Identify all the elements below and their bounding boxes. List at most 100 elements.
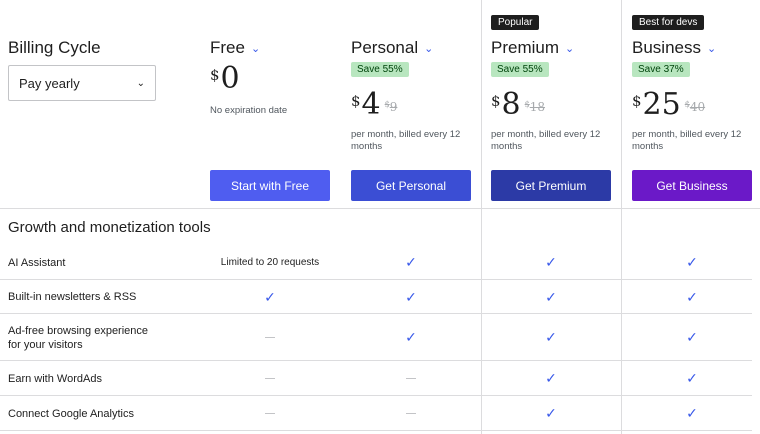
cta-button-business[interactable]: Get Business <box>632 170 752 201</box>
feature-cell: ✓ <box>632 280 752 314</box>
plan-name-personal[interactable]: Personal ⌄ <box>351 38 433 58</box>
original-amount: 40 <box>689 100 706 114</box>
currency-symbol: $ <box>632 92 642 110</box>
check-icon: ✓ <box>686 405 698 421</box>
check-icon: ✓ <box>405 329 417 345</box>
feature-cell: ✓ <box>491 361 611 396</box>
feature-row: Earn with WordAds ✓ ✓ <box>0 361 752 396</box>
plan-column-business: Best for devs Business ⌄ Save 37% $ 25 $… <box>632 0 754 210</box>
plan-name-free[interactable]: Free ⌄ <box>210 38 260 58</box>
dash-icon <box>406 413 416 414</box>
cta-button-personal[interactable]: Get Personal <box>351 170 471 201</box>
feature-cell: ✓ <box>491 314 611 361</box>
check-icon: ✓ <box>405 254 417 270</box>
feature-cell: ✓ <box>632 396 752 431</box>
dash-icon <box>265 378 275 379</box>
plan-column-premium: Popular Premium ⌄ Save 55% $ 8 $ 18 per … <box>491 0 613 210</box>
feature-row: Built-in newsletters & RSS ✓ ✓ ✓ ✓ <box>0 280 752 314</box>
check-icon: ✓ <box>264 288 276 305</box>
currency-symbol: $ <box>210 66 220 84</box>
dash-icon <box>265 337 275 338</box>
row-divider <box>0 430 752 431</box>
feature-cell <box>210 361 330 396</box>
feature-cell: ✓ <box>351 280 471 314</box>
save-badge-personal: Save 55% <box>351 62 409 77</box>
cta-button-free[interactable]: Start with Free <box>210 170 330 201</box>
plan-name-label: Free <box>210 38 245 57</box>
billing-cycle-value: Pay yearly <box>19 75 80 91</box>
feature-label: AI Assistant <box>8 256 66 269</box>
price-premium: $ 8 $ 18 <box>491 90 545 120</box>
feature-cell: ✓ <box>632 361 752 396</box>
check-icon: ✓ <box>686 254 698 270</box>
plan-badge-business: Best for devs <box>632 15 705 30</box>
currency-symbol: $ <box>351 92 361 110</box>
feature-cell: ✓ <box>210 280 330 314</box>
chevron-down-icon: ⌄ <box>706 42 717 55</box>
feature-label: Earn with WordAds <box>8 372 102 385</box>
check-icon: ✓ <box>405 288 417 305</box>
check-icon: ✓ <box>686 370 698 386</box>
check-icon: ✓ <box>545 288 557 305</box>
check-icon: ✓ <box>686 329 698 345</box>
check-icon: ✓ <box>686 288 698 305</box>
price-note-premium: per month, billed every 12 months <box>491 129 601 152</box>
feature-cell: ✓ <box>491 396 611 431</box>
feature-value-text: Limited to 20 requests <box>220 257 320 268</box>
billing-cycle-select[interactable]: Pay yearly ⌄ <box>8 65 156 101</box>
feature-cell: ✓ <box>632 314 752 361</box>
save-badge-business: Save 37% <box>632 62 690 77</box>
plan-name-label: Premium <box>491 38 560 57</box>
check-icon: ✓ <box>545 329 557 345</box>
dash-icon <box>265 413 275 414</box>
price-amount: 4 <box>361 87 381 122</box>
save-badge-premium: Save 55% <box>491 62 549 77</box>
original-amount: 9 <box>389 100 398 114</box>
feature-cell <box>351 361 471 396</box>
feature-cell: ✓ <box>491 280 611 314</box>
original-price: $ 40 <box>685 100 705 114</box>
price-free: $ 0 <box>210 64 240 94</box>
price-business: $ 25 $ 40 <box>632 90 705 120</box>
feature-label: Connect Google Analytics <box>8 407 134 420</box>
feature-cell: Limited to 20 requests <box>210 245 330 280</box>
feature-label: Ad-free browsing experience for your vis… <box>8 324 149 351</box>
dash-icon <box>406 378 416 379</box>
plan-name-business[interactable]: Business ⌄ <box>632 38 716 58</box>
section-title: Growth and monetization tools <box>8 219 211 236</box>
original-price: $ 18 <box>525 100 545 114</box>
price-note-personal: per month, billed every 12 months <box>351 129 461 152</box>
chevron-down-icon: ⌄ <box>250 42 261 55</box>
plan-column-personal: Personal ⌄ Save 55% $ 4 $ 9 per month, b… <box>351 0 473 210</box>
price-personal: $ 4 $ 9 <box>351 90 397 120</box>
feature-cell: ✓ <box>491 245 611 280</box>
header-divider <box>0 208 760 209</box>
plan-name-label: Business <box>632 38 701 57</box>
plan-badge-premium: Popular <box>491 15 540 30</box>
price-amount: 0 <box>220 61 240 96</box>
plan-column-free: Free ⌄ $ 0 No expiration date Start with F… <box>210 0 332 210</box>
chevron-down-icon: ⌄ <box>565 42 575 55</box>
billing-cycle-title: Billing Cycle <box>8 38 101 57</box>
check-icon: ✓ <box>545 254 557 270</box>
chevron-down-icon: ⌄ <box>424 42 434 55</box>
feature-cell <box>351 396 471 431</box>
feature-cell <box>210 396 330 431</box>
original-amount: 18 <box>529 100 546 114</box>
price-note-business: per month, billed every 12 months <box>632 129 742 152</box>
feature-row: Ad-free browsing experience for your vis… <box>0 314 752 361</box>
original-price: $ 9 <box>385 100 398 114</box>
price-note-free: No expiration date <box>210 105 288 116</box>
feature-label: Built-in newsletters & RSS <box>8 291 137 303</box>
currency-symbol: $ <box>491 92 501 110</box>
feature-row: Connect Google Analytics ✓ ✓ <box>0 396 752 431</box>
feature-row: AI Assistant Limited to 20 requests ✓ ✓ ✓ <box>0 245 752 280</box>
check-icon: ✓ <box>545 405 557 421</box>
plan-name-premium[interactable]: Premium ⌄ <box>491 38 574 58</box>
cta-button-premium[interactable]: Get Premium <box>491 170 611 201</box>
chevron-down-icon: ⌄ <box>136 77 145 89</box>
feature-cell <box>210 314 330 361</box>
plan-name-label: Personal <box>351 38 419 57</box>
feature-cell: ✓ <box>632 245 752 280</box>
feature-cell: ✓ <box>351 314 471 361</box>
